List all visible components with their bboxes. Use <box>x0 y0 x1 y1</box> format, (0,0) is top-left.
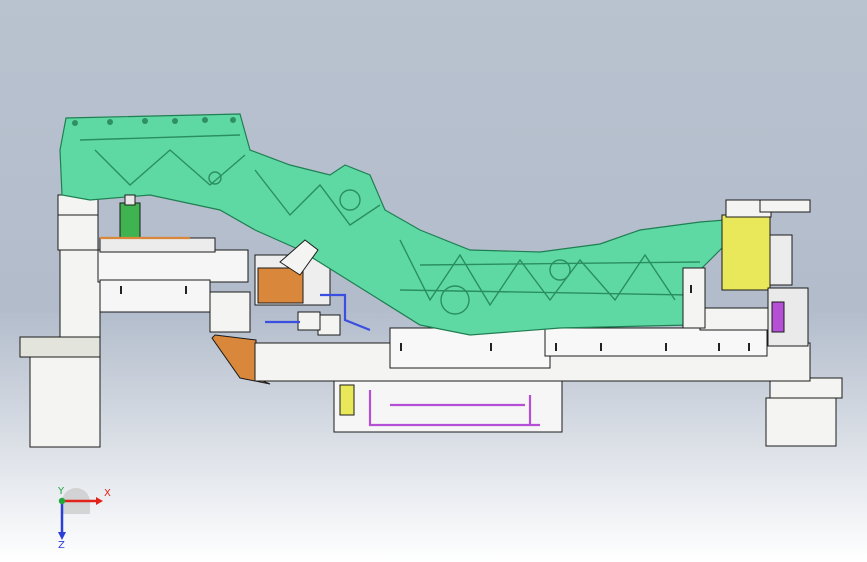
y-axis-label: Y <box>57 486 65 497</box>
axis-triad: X Y Z <box>57 486 111 548</box>
x-axis-arrow-icon <box>96 497 103 505</box>
fixture-assembly-model[interactable] <box>0 0 867 562</box>
x-axis-label: X <box>104 488 111 499</box>
z-axis-label: Z <box>58 540 65 548</box>
z-axis-arrow-icon <box>58 532 66 540</box>
cad-viewport[interactable]: X Y Z <box>0 0 867 562</box>
right-support-leg[interactable] <box>765 377 843 447</box>
y-axis-dot-icon <box>58 497 66 505</box>
left-cylinder[interactable] <box>119 194 141 239</box>
